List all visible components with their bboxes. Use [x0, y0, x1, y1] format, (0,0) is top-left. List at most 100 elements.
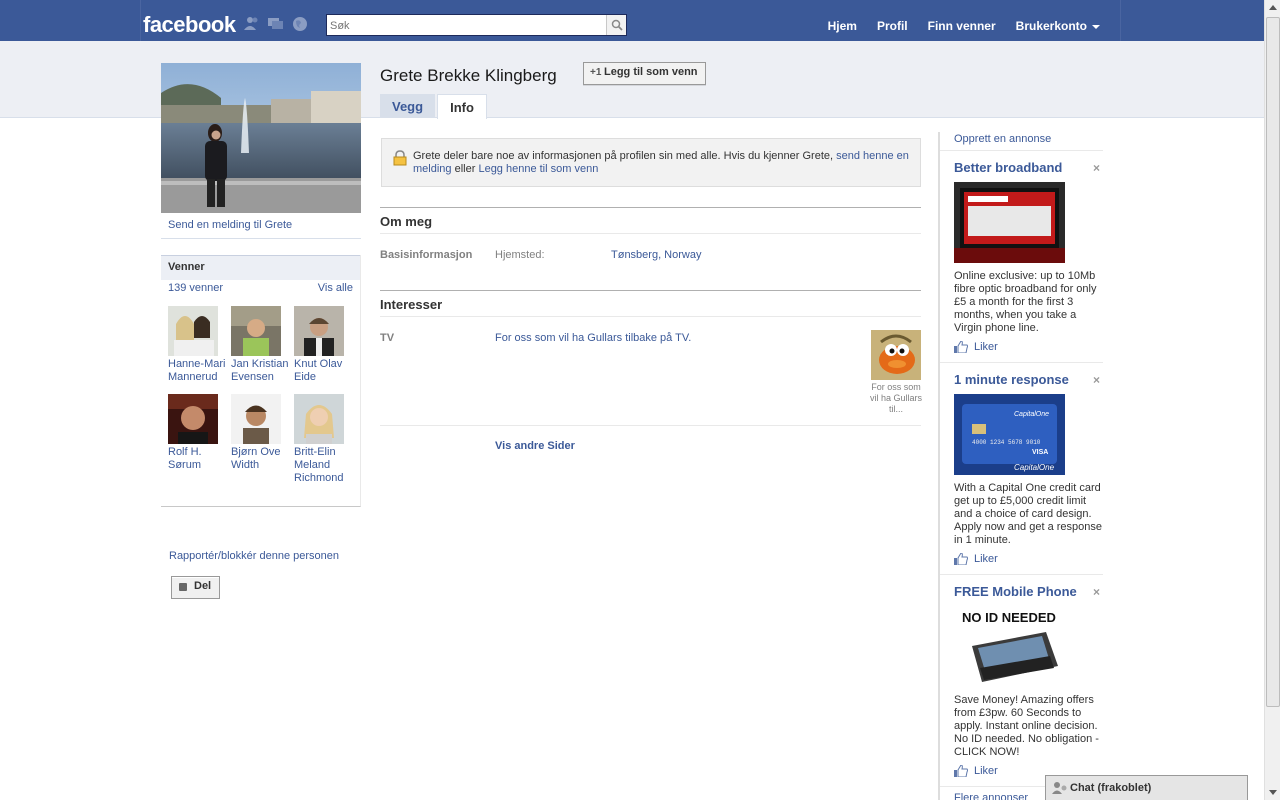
like-button[interactable]: Liker — [954, 553, 1103, 565]
close-icon[interactable]: × — [1093, 585, 1100, 599]
chevron-up-icon — [1269, 5, 1277, 10]
add-friend-label: Legg til som venn — [604, 66, 698, 78]
divider — [940, 574, 1103, 575]
divider — [940, 150, 1103, 151]
show-other-pages-link[interactable]: Vis andre Sider — [495, 440, 575, 452]
divider — [380, 425, 921, 426]
friend-item[interactable]: Jan Kristian Evensen — [231, 306, 294, 394]
tv-page-caption[interactable]: For oss som vil ha Gullars til... — [867, 382, 925, 415]
ad-image[interactable]: CapitalOne 4000 1234 5678 9010 VISA Capital… — [954, 394, 1065, 475]
friend-item[interactable]: Rolf H. Sørum — [168, 394, 231, 482]
ad-image[interactable]: NO ID NEEDED — [954, 606, 1065, 687]
report-block-link[interactable]: Rapportér/blokkér denne personen — [169, 550, 339, 562]
ad-title[interactable]: Better broadband — [954, 160, 1103, 178]
add-friend-notice-link[interactable]: Legg henne til som venn — [478, 163, 598, 175]
close-icon[interactable]: × — [1093, 161, 1100, 175]
chat-bar[interactable]: Chat (frakoblet) — [1045, 775, 1248, 800]
ad-body: Online exclusive: up to 10Mb fibre optic… — [954, 270, 1097, 334]
friend-photo[interactable] — [168, 394, 218, 444]
friend-item[interactable]: Britt-Elin Meland Richmond — [294, 394, 357, 485]
chat-label: Chat (frakoblet) — [1070, 782, 1152, 794]
friend-name[interactable]: Britt-Elin Meland Richmond — [294, 446, 352, 485]
send-message-link[interactable]: Send en melding til Grete — [161, 213, 361, 239]
thumbs-up-icon — [954, 765, 968, 777]
profile-tabs: Vegg Info — [380, 94, 489, 119]
nav-profile[interactable]: Profil — [867, 0, 918, 41]
friend-name[interactable]: Rolf H. Sørum — [168, 446, 226, 472]
ad-item[interactable]: Better broadband × Online exclusive: up … — [954, 160, 1103, 353]
share-button[interactable]: Del — [171, 576, 221, 599]
tv-page-link[interactable]: For oss som vil ha Gullars tilbake på TV… — [495, 332, 691, 344]
report-block-text: Rapportér/blokkér denne personen — [169, 550, 340, 562]
top-bar-inner: facebook Hjem Profil Finn venner Brukerk… — [140, 0, 1121, 41]
nav-home[interactable]: Hjem — [818, 0, 867, 41]
facebook-logo[interactable]: facebook — [143, 12, 236, 38]
friend-photo[interactable] — [231, 306, 281, 356]
friend-name[interactable]: Bjørn Ove Width — [231, 446, 289, 472]
scroll-down-button[interactable] — [1265, 784, 1280, 800]
friend-name[interactable]: Hanne-Mari Mannerud — [168, 358, 226, 384]
friend-name[interactable]: Jan Kristian Evensen — [231, 358, 289, 384]
interests-section-title: Interesser — [380, 290, 921, 317]
privacy-notice: Grete deler bare noe av informasjonen på… — [381, 138, 921, 187]
chevron-down-icon — [1092, 24, 1100, 29]
friends-count-link[interactable]: 139 venner — [168, 282, 223, 296]
friends-grid: Hanne-Mari Mannerud Jan Kristian Evensen… — [161, 298, 360, 485]
notifications-globe-icon[interactable] — [292, 16, 308, 31]
nav-find-friends[interactable]: Finn venner — [918, 0, 1006, 41]
ad-title[interactable]: FREE Mobile Phone — [954, 584, 1103, 602]
nav-account[interactable]: Brukerkonto — [1006, 0, 1110, 41]
ad-title[interactable]: 1 minute response — [954, 372, 1103, 390]
ad-item[interactable]: 1 minute response × CapitalOne 4000 1234 … — [954, 372, 1103, 565]
hometown-value[interactable]: Tønsberg, Norway — [611, 249, 701, 261]
search-input[interactable] — [330, 18, 600, 33]
friends-box: Venner 139 venner Vis alle Hanne-Mari Ma… — [161, 255, 361, 507]
scroll-thumb[interactable] — [1266, 17, 1280, 707]
ads-column: Opprett en annonse Better broadband × On… — [938, 132, 1103, 800]
thumbs-up-icon — [954, 341, 968, 353]
friend-requests-icon[interactable] — [244, 16, 260, 30]
tv-page-image[interactable] — [871, 330, 921, 380]
ad-body: Save Money! Amazing offers from £3pw. 60… — [954, 694, 1099, 758]
tab-wall[interactable]: Vegg — [380, 94, 436, 118]
tab-info[interactable]: Info — [437, 94, 487, 119]
friend-photo[interactable] — [294, 394, 344, 444]
chevron-down-icon — [1269, 790, 1277, 795]
ad-image-text: NO ID NEEDED — [962, 610, 1056, 625]
nav-account-label: Brukerkonto — [1015, 19, 1087, 33]
scroll-up-button[interactable] — [1265, 0, 1280, 16]
thumbs-up-icon — [954, 553, 968, 565]
profile-picture[interactable] — [161, 63, 361, 213]
notice-text: Grete deler bare noe av informasjonen på… — [413, 150, 834, 162]
top-nav: Hjem Profil Finn venner Brukerkonto — [818, 0, 1110, 41]
friend-item[interactable]: Hanne-Mari Mannerud — [168, 306, 231, 394]
hometown-key: Hjemsted: — [495, 249, 545, 261]
about-section-title: Om meg — [380, 207, 921, 234]
like-label: Liker — [974, 341, 998, 353]
friend-photo[interactable] — [231, 394, 281, 444]
search-box — [326, 14, 627, 36]
see-all-friends-link[interactable]: Vis alle — [318, 282, 353, 296]
search-button[interactable] — [606, 15, 626, 35]
profile-name: Grete Brekke Klingberg — [380, 66, 557, 85]
like-label: Liker — [974, 765, 998, 777]
close-icon[interactable]: × — [1093, 373, 1100, 387]
like-button[interactable]: Liker — [954, 341, 1103, 353]
basic-info-label: Basisinformasjon — [380, 249, 473, 261]
ad-image[interactable] — [954, 182, 1065, 263]
ad-body: With a Capital One credit card get up to… — [954, 482, 1102, 546]
vertical-scrollbar[interactable] — [1264, 0, 1280, 800]
share-icon — [179, 583, 187, 591]
messages-icon[interactable] — [268, 16, 284, 30]
ad-item[interactable]: FREE Mobile Phone × NO ID NEEDED Save Mo… — [954, 584, 1103, 777]
add-friend-button[interactable]: +1 Legg til som venn — [583, 62, 706, 85]
create-ad-link[interactable]: Opprett en annonse — [954, 133, 1051, 145]
friend-photo[interactable] — [294, 306, 344, 356]
more-ads-link[interactable]: Flere annonser — [954, 792, 1028, 800]
friend-item[interactable]: Bjørn Ove Width — [231, 394, 294, 482]
friend-item[interactable]: Knut Olav Eide — [294, 306, 357, 394]
divider — [940, 362, 1103, 363]
friend-photo[interactable] — [168, 306, 218, 356]
lock-icon — [393, 150, 407, 166]
friend-name[interactable]: Knut Olav Eide — [294, 358, 352, 384]
